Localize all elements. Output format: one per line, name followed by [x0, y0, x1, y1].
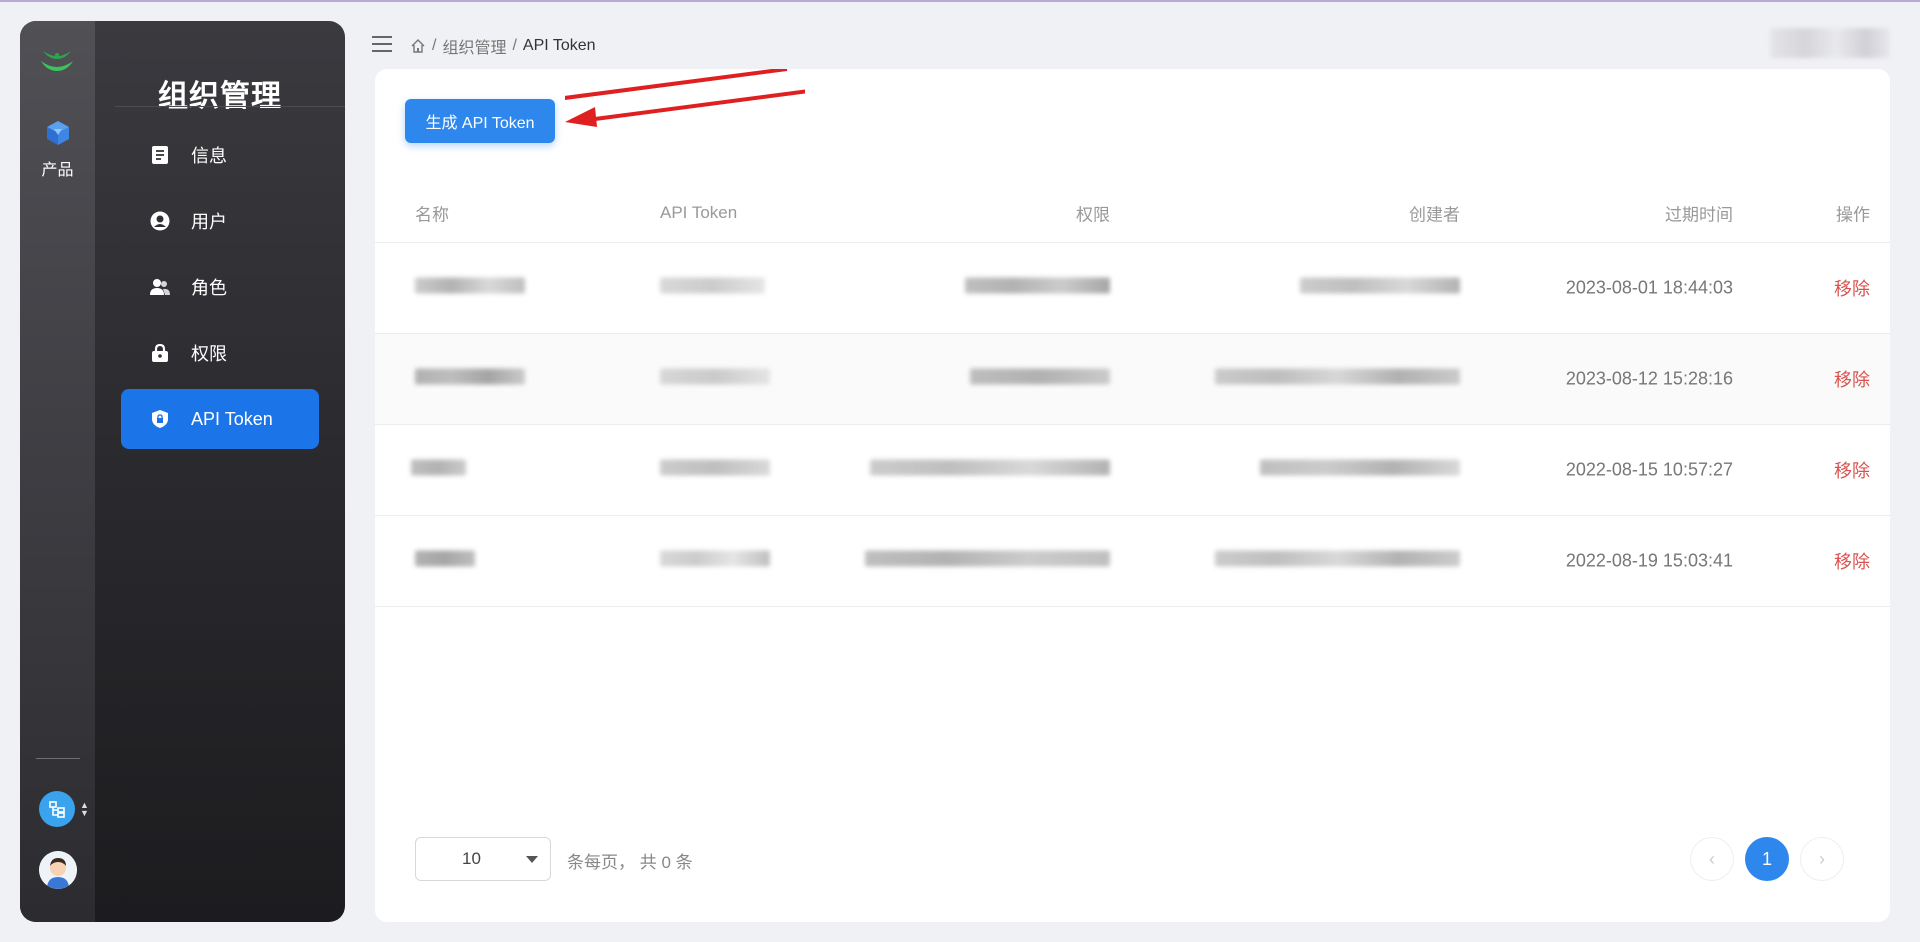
cell-creator-redacted: [1300, 277, 1460, 299]
column-header-permissions: 权限: [1076, 205, 1110, 224]
cell-creator-redacted: [1215, 368, 1460, 390]
cell-expiration: 2022-08-19 15:03:41: [1565, 550, 1733, 571]
breadcrumb-current: API Token: [522, 37, 596, 54]
table-row: 2023-08-01 18:44:03 移除: [375, 243, 1890, 334]
user-circle-icon: [149, 210, 171, 232]
pagination-info: 条每页， 共 0 条: [567, 853, 693, 872]
shield-icon: [149, 408, 171, 430]
annotation-arrow: [565, 69, 805, 127]
sidebar-item-api-token[interactable]: API Token: [121, 389, 319, 449]
org-tree-icon: [49, 801, 65, 818]
sidebar-item-users[interactable]: 用户: [121, 191, 319, 251]
menu-toggle-icon[interactable]: [372, 36, 392, 54]
sidebar-item-permissions[interactable]: 权限: [121, 323, 319, 383]
page-size-value: 10: [462, 849, 481, 868]
prev-page-button[interactable]: ‹: [1690, 837, 1734, 881]
product-label: 产品: [41, 162, 74, 179]
table-row: 2022-08-19 15:03:41 移除: [375, 516, 1890, 607]
cell-name-redacted: [411, 459, 466, 481]
cell-name-redacted: [415, 550, 475, 572]
sidebar: 产品 ▲ ▼ 组织管理 信息 用户 角色 权限 API Token: [20, 21, 345, 922]
cell-expiration: 2023-08-12 15:28:16: [1565, 368, 1733, 389]
product-cube-icon: [46, 121, 69, 145]
cell-name-redacted: [415, 277, 525, 299]
remove-button[interactable]: 移除: [1834, 366, 1870, 392]
chevron-down-icon: [526, 856, 538, 863]
remove-button[interactable]: 移除: [1834, 457, 1870, 483]
sidebar-item-label: 角色: [191, 278, 227, 298]
home-icon[interactable]: [410, 38, 426, 54]
page-button-current[interactable]: 1: [1745, 837, 1789, 881]
sidebar-title: 组织管理: [158, 80, 282, 113]
avatar[interactable]: [39, 851, 77, 889]
avatar-icon: [39, 851, 77, 889]
cell-token-redacted: [660, 277, 765, 299]
org-switch-icon[interactable]: [39, 791, 75, 827]
column-header-token: API Token: [660, 202, 738, 222]
api-token-table: 名称 API Token 权限 创建者 过期时间 操作 2023-08-01 1…: [375, 183, 1890, 607]
cell-creator-redacted: [1215, 550, 1460, 572]
title-divider: [115, 106, 345, 107]
breadcrumb-separator: /: [512, 37, 517, 54]
breadcrumb: / 组织管理 / API Token: [410, 34, 596, 58]
sidebar-item-label: 权限: [191, 344, 227, 364]
rail-divider: [36, 758, 80, 759]
cell-token-redacted: [660, 368, 770, 390]
table-row: 2023-08-12 15:28:16 移除: [375, 334, 1890, 425]
table-header: 名称 API Token 权限 创建者 过期时间 操作: [375, 183, 1890, 243]
lock-icon: [149, 342, 171, 364]
generate-api-token-button[interactable]: 生成 API Token: [405, 99, 555, 143]
remove-button[interactable]: 移除: [1834, 548, 1870, 574]
switch-caret-icon[interactable]: ▲ ▼: [80, 801, 89, 818]
remove-button[interactable]: 移除: [1834, 275, 1870, 301]
people-icon: [149, 276, 171, 298]
cell-token-redacted: [660, 550, 770, 572]
cell-permissions-redacted: [965, 277, 1110, 299]
document-icon: [149, 144, 171, 166]
cell-token-redacted: [660, 459, 770, 481]
icon-rail: 产品 ▲ ▼: [20, 21, 95, 922]
cell-permissions-redacted: [870, 459, 1110, 481]
column-header-actions: 操作: [1836, 205, 1870, 224]
cell-name-redacted: [415, 368, 525, 390]
table-row: 2022-08-15 10:57:27 移除: [375, 425, 1890, 516]
breadcrumb-parent[interactable]: 组织管理: [442, 34, 506, 58]
rail-product[interactable]: 产品: [20, 119, 95, 180]
cell-expiration: 2022-08-15 10:57:27: [1565, 459, 1733, 480]
cell-expiration: 2023-08-01 18:44:03: [1565, 277, 1733, 298]
top-border: [0, 0, 1920, 2]
column-header-creator: 创建者: [1409, 205, 1460, 224]
column-header-expiration: 过期时间: [1665, 205, 1733, 224]
page-size-select[interactable]: 10: [415, 837, 551, 881]
main-card: 生成 API Token 名称 API Token 权限 创建者 过期时间 操作…: [375, 69, 1890, 922]
next-page-button[interactable]: ›: [1800, 837, 1844, 881]
cell-creator-redacted: [1260, 459, 1460, 481]
user-info-redacted[interactable]: [1770, 28, 1890, 58]
sidebar-item-label: 信息: [191, 146, 227, 166]
column-header-name: 名称: [415, 205, 449, 224]
sidebar-item-roles[interactable]: 角色: [121, 257, 319, 317]
sidebar-item-label: 用户: [191, 212, 227, 232]
breadcrumb-separator: /: [432, 37, 437, 54]
sidebar-item-info[interactable]: 信息: [121, 125, 319, 185]
cell-permissions-redacted: [865, 550, 1110, 572]
cell-permissions-redacted: [970, 368, 1110, 390]
logo-icon[interactable]: [37, 47, 77, 77]
sidebar-item-label: API Token: [191, 408, 273, 429]
